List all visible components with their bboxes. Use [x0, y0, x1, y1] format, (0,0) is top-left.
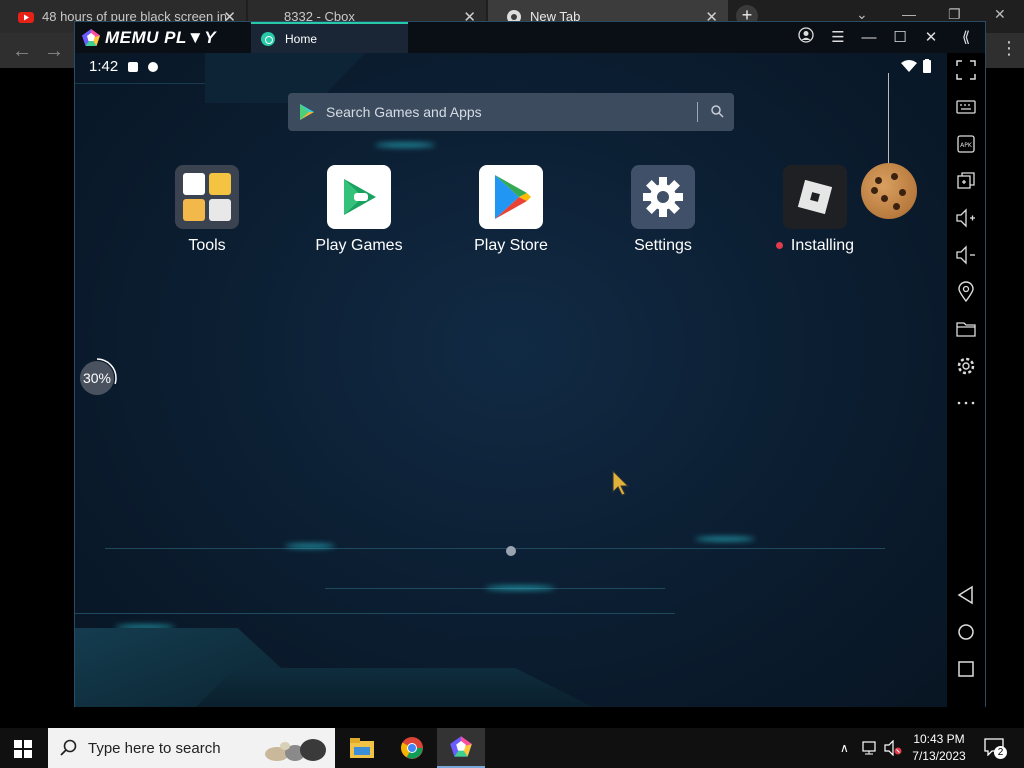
app-tools[interactable]: Tools — [147, 165, 267, 255]
collapse-sidebar-icon[interactable]: ⟪ — [955, 27, 977, 49]
tab-label: Home — [285, 31, 318, 46]
minimize-icon[interactable]: — — [858, 27, 880, 49]
battery-icon — [923, 59, 931, 73]
app-settings[interactable]: Settings — [603, 165, 723, 255]
memu-logo: MEMU PL▼Y — [81, 28, 216, 48]
folder-icon[interactable] — [955, 318, 977, 340]
decorative-shape — [195, 668, 595, 707]
search-placeholder: Search Games and Apps — [326, 104, 482, 120]
gear-icon[interactable] — [955, 355, 977, 377]
shield-icon — [148, 61, 159, 72]
notification-center-button[interactable]: 2 — [984, 738, 1007, 761]
play-store-icon — [479, 165, 543, 229]
cookie-string — [888, 73, 889, 163]
android-status-right — [901, 59, 931, 73]
maximize-icon[interactable]: ☐ — [889, 27, 911, 49]
windows-taskbar: Type here to search ∧ 10:43 PM 7/13/2023 — [0, 728, 1024, 768]
app-play-store[interactable]: Play Store — [451, 165, 571, 255]
close-window-icon[interactable]: ✕ — [994, 6, 1006, 23]
windows-start-icon[interactable] — [14, 740, 32, 758]
volume-up-icon[interactable] — [955, 207, 977, 229]
roblox-icon — [783, 165, 847, 229]
search-games-input[interactable]: Search Games and Apps — [288, 93, 734, 131]
location-icon[interactable] — [955, 281, 977, 303]
youtube-icon — [18, 11, 34, 23]
back-arrow-icon[interactable]: ← — [12, 40, 32, 63]
memu-logo-text: MEMU PL▼Y — [105, 28, 217, 47]
taskbar-search-input[interactable]: Type here to search — [48, 728, 335, 768]
settings-gear-icon — [631, 165, 695, 229]
home-tab-icon — [261, 31, 275, 46]
search-icon[interactable] — [710, 104, 724, 118]
mouse-cursor-icon — [612, 470, 630, 496]
cookie-icon[interactable] — [861, 163, 917, 219]
taskbar-chrome[interactable] — [388, 728, 436, 768]
folder-icon — [350, 738, 374, 758]
notification-a-icon — [128, 61, 139, 72]
memu-window: MEMU PL▼Y Home ☰ — ☐ ✕ ⟪ 1:42 Search Gam… — [74, 21, 986, 707]
volume-muted-icon[interactable] — [884, 740, 902, 756]
multi-instance-icon[interactable] — [955, 170, 977, 192]
back-icon[interactable] — [955, 584, 977, 606]
memu-titlebar: MEMU PL▼Y Home ☰ — ☐ ✕ ⟪ — [75, 22, 985, 53]
progress-ring — [77, 358, 117, 398]
android-status-bar: 1:42 — [89, 58, 159, 75]
app-label: Play Games — [315, 237, 403, 254]
account-icon[interactable] — [795, 27, 817, 49]
menu-icon[interactable]: ☰ — [827, 27, 849, 49]
close-icon[interactable]: ✕ — [920, 27, 942, 49]
app-label: Play Store — [474, 237, 548, 254]
search-divider — [697, 102, 698, 122]
taskbar-file-explorer[interactable] — [338, 728, 386, 768]
memu-pentagon-icon — [82, 29, 100, 46]
home-icon[interactable] — [955, 621, 977, 643]
clock-time: 10:43 PM — [913, 732, 965, 746]
keyboard-icon[interactable] — [955, 96, 977, 118]
forward-arrow-icon[interactable]: → — [44, 40, 64, 63]
tools-folder-icon — [175, 165, 239, 229]
notification-count-badge: 2 — [994, 746, 1007, 759]
svg-text:APK: APK — [960, 142, 973, 149]
taskbar-memu[interactable] — [437, 728, 485, 768]
more-icon[interactable] — [955, 392, 977, 414]
memu-pentagon-icon — [450, 736, 472, 757]
tab-home[interactable]: Home — [251, 22, 408, 53]
memu-sidebar: APK — [947, 53, 985, 707]
fullscreen-icon[interactable] — [955, 59, 977, 81]
installing-indicator — [775, 242, 783, 250]
taskbar-clock[interactable]: 10:43 PM 7/13/2023 — [906, 731, 972, 765]
app-play-games[interactable]: Play Games — [299, 165, 419, 255]
volume-down-icon[interactable] — [955, 244, 977, 266]
page-indicator-dot — [506, 546, 516, 556]
recents-icon[interactable] — [955, 658, 977, 680]
play-triangle-icon — [300, 104, 314, 120]
stones-illustration-icon — [265, 739, 326, 761]
browser-menu-icon[interactable]: ⋮ — [1000, 38, 1018, 59]
app-label: Tools — [188, 237, 226, 254]
taskbar-search-placeholder: Type here to search — [88, 739, 221, 757]
wifi-icon — [901, 60, 917, 72]
android-screen[interactable]: 1:42 Search Games and Apps Tools Play Ga… — [75, 53, 947, 707]
search-icon — [60, 739, 77, 756]
play-games-icon — [327, 165, 391, 229]
clock-date: 7/13/2023 — [912, 749, 966, 763]
app-label: Installing — [790, 237, 855, 254]
status-time: 1:42 — [89, 58, 119, 75]
network-icon[interactable] — [862, 741, 880, 755]
app-installing[interactable]: Installing — [755, 165, 875, 255]
chrome-icon — [401, 737, 423, 759]
tray-chevron-up-icon[interactable]: ∧ — [840, 728, 849, 768]
app-label: Settings — [634, 237, 692, 254]
minimize-icon[interactable]: — — [902, 6, 916, 22]
apk-icon[interactable]: APK — [955, 133, 977, 155]
